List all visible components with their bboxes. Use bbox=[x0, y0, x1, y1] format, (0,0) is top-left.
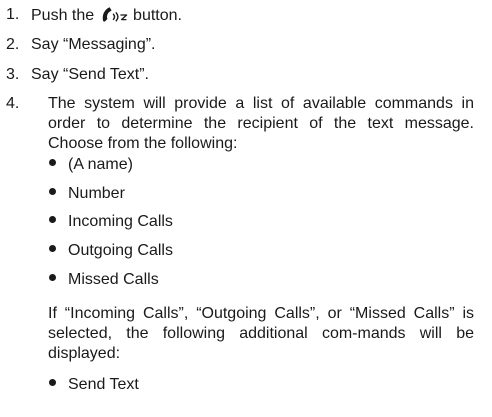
option-label: Send Text bbox=[68, 376, 139, 393]
bullet-icon bbox=[49, 245, 56, 253]
list-item: (A name) bbox=[49, 155, 133, 175]
option-label: Incoming Calls bbox=[68, 213, 173, 230]
option-label: Number bbox=[68, 185, 125, 202]
step-text: Say “Send Text”. bbox=[31, 66, 149, 83]
list-item: Outgoing Calls bbox=[49, 241, 173, 261]
step-text-before: Push the bbox=[31, 7, 99, 24]
option-label: Outgoing Calls bbox=[68, 242, 173, 259]
bullet-icon bbox=[49, 379, 56, 387]
step-number: 2. bbox=[6, 36, 20, 53]
step-number: 3. bbox=[6, 66, 20, 83]
option-label: Missed Calls bbox=[68, 271, 159, 288]
bullet-icon bbox=[49, 159, 56, 167]
step-text: Say “Messaging”. bbox=[31, 36, 156, 53]
phone-voice-icon bbox=[100, 5, 128, 23]
list-item: Incoming Calls bbox=[49, 212, 173, 232]
list-item: Send Text bbox=[49, 375, 139, 395]
step-text-after: button. bbox=[128, 7, 182, 24]
bullet-icon bbox=[49, 216, 56, 224]
step-number: 4. bbox=[6, 95, 20, 112]
list-item: Missed Calls bbox=[49, 270, 159, 290]
step-text: Push the button. bbox=[31, 5, 182, 26]
step-4-note: If “Incoming Calls”, “Outgoing Calls”, o… bbox=[48, 305, 474, 362]
step-4-paragraph: The system will provide a list of availa… bbox=[48, 95, 474, 152]
list-item: Number bbox=[49, 184, 125, 204]
option-label: (A name) bbox=[68, 156, 133, 173]
step-number: 1. bbox=[6, 6, 20, 23]
bullet-icon bbox=[49, 274, 56, 282]
bullet-icon bbox=[49, 188, 56, 196]
